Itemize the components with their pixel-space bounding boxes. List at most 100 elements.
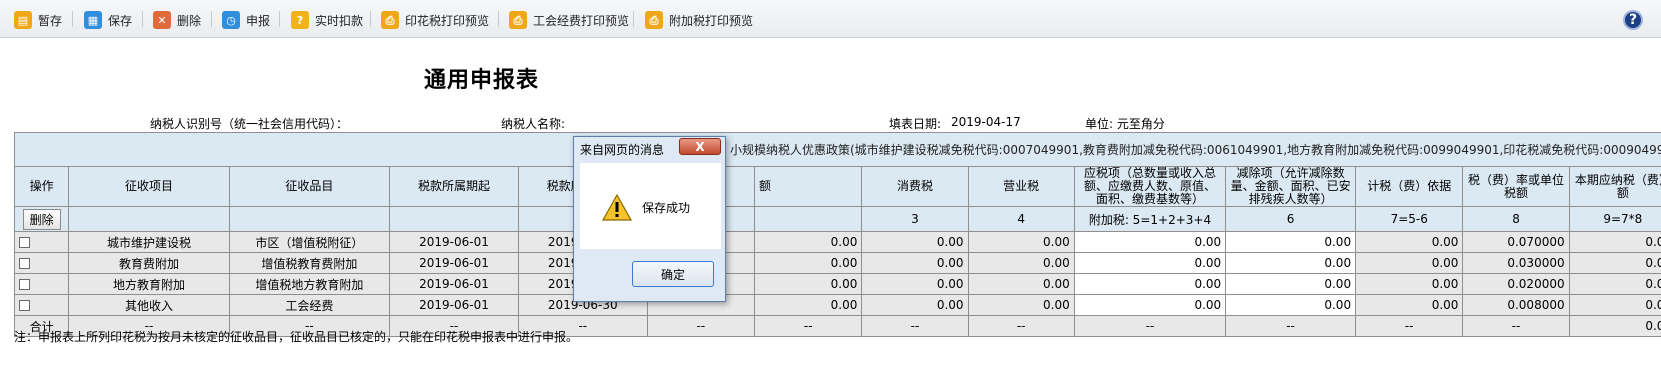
fill-date-value: 2019-04-17 (951, 115, 1021, 129)
cell-period-start: 2019-06-01 (389, 231, 519, 253)
save-label: 保存 (108, 13, 133, 28)
cell-taxable[interactable]: 0.00 (1073, 231, 1227, 253)
cell-business-tax: 0.00 (967, 294, 1075, 316)
total-cell: -- (754, 315, 863, 337)
warning-icon (602, 194, 632, 221)
print-icon: ⎙ (645, 11, 663, 29)
cell-deduction[interactable]: 0.00 (1225, 252, 1357, 274)
col-header-consumption-tax: 消费税 (861, 166, 969, 207)
formula-cell: 7=5-6 (1355, 206, 1464, 232)
formula-cell (754, 206, 863, 232)
cell-business-tax: 0.00 (967, 273, 1075, 295)
cell-amount: 0.00 (754, 252, 863, 274)
delete-label: 删除 (177, 13, 202, 28)
cell-category: 增值税地方教育附加 (228, 273, 391, 295)
dialog-body: 保存成功 (580, 163, 721, 249)
cell-period-start: 2019-06-01 (389, 294, 519, 316)
draft-save-button[interactable]: ▤ 暂存 (14, 9, 62, 31)
cell-amount: 0.00 (754, 273, 863, 295)
cell-period-start: 2019-06-01 (389, 273, 519, 295)
col-header-business-tax: 营业税 (967, 166, 1075, 207)
dialog-message: 保存成功 (642, 201, 691, 215)
dialog-title: 来自网页的消息 (580, 143, 665, 157)
toolbar: ▤ 暂存 ▦ 保存 ✕ 删除 ◷ 申报 ? 实时扣款 ⎙ 印花税打印预览 ⎙ 工… (0, 0, 1661, 38)
row-checkbox[interactable] (19, 300, 30, 311)
table-row: 教育费附加 增值税教育费附加 2019-06-01 2019-06-30 0.0… (13, 252, 1661, 274)
col-header-rate: 税（费）率或单位税额 (1462, 166, 1570, 207)
cell-rate: 0.008000 (1462, 294, 1570, 316)
formula-cell (68, 206, 230, 232)
realtime-deduction-button[interactable]: ? 实时扣款 (291, 9, 363, 31)
stamp-tax-print-preview-button[interactable]: ⎙ 印花税打印预览 (381, 9, 489, 31)
cell-amount: 0.00 (754, 231, 863, 253)
save-icon: ▦ (84, 11, 102, 29)
cell-rate: 0.030000 (1462, 252, 1570, 274)
col-header-period-start: 税款所属期起 (389, 166, 519, 207)
cell-rate: 0.020000 (1462, 273, 1570, 295)
save-draft-icon: ▤ (14, 11, 32, 29)
total-cell: -- (1462, 315, 1570, 337)
cell-tax-basis: 0.00 (1355, 273, 1464, 295)
cell-payable: 0.00 (1568, 273, 1661, 295)
cell-taxable[interactable]: 0.00 (1073, 252, 1227, 274)
total-cell: -- (1225, 315, 1357, 337)
formula-cell: 4 (967, 206, 1075, 232)
cell-taxable[interactable]: 0.00 (1073, 273, 1227, 295)
footnote: 注：申报表上所列印花税为按月未核定的征收品目，征收品目已核定的，只能在印花税申报… (14, 330, 579, 344)
cell-item: 教育费附加 (68, 252, 230, 274)
declaration-table: 小规模纳税人优惠政策(城市维护建设税减免税代码:0007049901,教育费附加… (13, 132, 1661, 337)
cell-deduction[interactable]: 0.00 (1225, 294, 1357, 316)
declare-label: 申报 (246, 13, 271, 28)
formula-cell (389, 206, 519, 232)
close-icon[interactable]: X (679, 138, 721, 155)
ok-button[interactable]: 确定 (632, 261, 714, 287)
cell-consumption-tax: 0.00 (861, 273, 969, 295)
row-checkbox[interactable] (19, 237, 30, 248)
policy-banner: 小规模纳税人优惠政策(城市维护建设税减免税代码:0007049901,教育费附加… (13, 132, 1661, 167)
formula-cell: 6 (1225, 206, 1357, 232)
cell-category: 工会经费 (228, 294, 391, 316)
cell-deduction[interactable]: 0.00 (1225, 273, 1357, 295)
col-header-category: 征收品目 (228, 166, 391, 207)
row-checkbox[interactable] (19, 279, 30, 290)
cell-consumption-tax: 0.00 (861, 252, 969, 274)
union-fee-print-preview-button[interactable]: ⎙ 工会经费打印预览 (509, 9, 629, 31)
save-button[interactable]: ▦ 保存 (84, 9, 132, 31)
cell-tax-basis: 0.00 (1355, 252, 1464, 274)
cell-tax-basis: 0.00 (1355, 231, 1464, 253)
message-dialog: 来自网页的消息 X 保存成功 确定 (573, 136, 726, 302)
formula-cell: 9=7*8 (1568, 206, 1661, 232)
cell-payable: 0.00 (1568, 252, 1661, 274)
realtime-deduction-label: 实时扣款 (315, 13, 364, 28)
row-checkbox[interactable] (19, 258, 30, 269)
col-header-hidden-2: 额 (754, 166, 863, 207)
col-header-item: 征收项目 (68, 166, 230, 207)
cell-business-tax: 0.00 (967, 252, 1075, 274)
cell-tax-basis: 0.00 (1355, 294, 1464, 316)
table-row: 其他收入 工会经费 2019-06-01 2019-06-30 0.00 0.0… (13, 294, 1661, 316)
delete-button[interactable]: ✕ 删除 (153, 9, 201, 31)
deduction-icon: ? (291, 11, 309, 29)
surtax-print-preview-button[interactable]: ⎙ 附加税打印预览 (645, 9, 753, 31)
page-title: 通用申报表 (424, 67, 540, 93)
cell-amount: 0.00 (754, 294, 863, 316)
taxpayer-name-label: 纳税人名称: (501, 117, 566, 131)
total-cell: -- (967, 315, 1075, 337)
formula-cell: 附加税: 5=1+2+3+4 (1073, 206, 1227, 232)
cell-category: 市区（增值税附征） (228, 231, 391, 253)
col-header-taxable: 应税项（总数量或收入总额、应缴费人数、原值、面积、缴费基数等） (1073, 166, 1227, 207)
cell-payable: 0.00 (1568, 231, 1661, 253)
cell-item: 城市维护建设税 (68, 231, 230, 253)
col-header-payable: 本期应纳税（费）额 (1568, 166, 1661, 207)
help-icon[interactable]: ? (1623, 10, 1643, 30)
formula-row: 删除 3 4 附加税: 5=1+2+3+4 6 7=5-6 8 9=7*8 (13, 206, 1661, 232)
declare-button[interactable]: ◷ 申报 (222, 9, 270, 31)
row-delete-button[interactable]: 删除 (22, 208, 61, 230)
unit-label: 单位: 元至角分 (1085, 117, 1165, 131)
cell-taxable[interactable]: 0.00 (1073, 294, 1227, 316)
cell-consumption-tax: 0.00 (861, 231, 969, 253)
cell-business-tax: 0.00 (967, 231, 1075, 253)
col-header-action: 操作 (13, 166, 70, 207)
surtax-print-label: 附加税打印预览 (669, 13, 754, 28)
cell-deduction[interactable]: 0.00 (1225, 231, 1357, 253)
